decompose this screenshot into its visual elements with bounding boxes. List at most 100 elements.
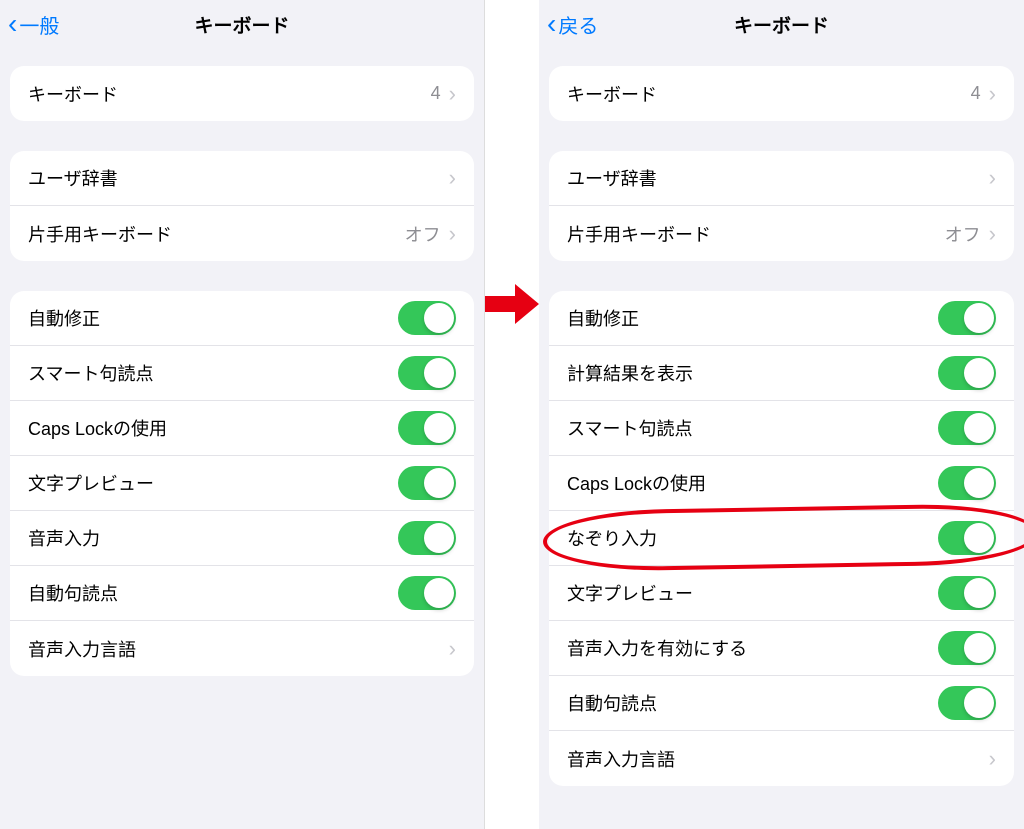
switch-knob [424, 523, 454, 553]
settings-row[interactable]: Caps Lockの使用 [549, 456, 1014, 511]
settings-row[interactable]: 自動修正 [549, 291, 1014, 346]
left-pane: ‹ 一般 キーボード キーボード4› ユーザ辞書›片手用キーボードオフ› 自動修… [0, 0, 485, 829]
row-value: オフ [945, 221, 981, 247]
row-label: 文字プレビュー [28, 470, 398, 496]
arrow-gap [485, 0, 539, 829]
settings-row[interactable]: ユーザ辞書› [10, 151, 474, 206]
switch-knob [964, 523, 994, 553]
settings-row[interactable]: 文字プレビュー [10, 456, 474, 511]
chevron-left-icon: ‹ [547, 10, 556, 38]
nav-title-left: キーボード [194, 11, 289, 38]
settings-row[interactable]: キーボード4 › [10, 66, 474, 121]
row-label: 音声入力を有効にする [567, 635, 938, 661]
settings-row[interactable]: スマート句読点 [549, 401, 1014, 456]
toggle-switch[interactable] [938, 521, 996, 555]
chevron-right-icon: › [449, 221, 456, 247]
settings-row[interactable]: 音声入力 [10, 511, 474, 566]
settings-row[interactable]: 自動句読点 [10, 566, 474, 621]
switch-knob [964, 468, 994, 498]
row-label: 自動句読点 [567, 690, 938, 716]
toggle-switch[interactable] [398, 301, 456, 335]
row-label: 文字プレビュー [567, 580, 938, 606]
toggle-switch[interactable] [938, 686, 996, 720]
row-label: Caps Lockの使用 [28, 415, 398, 441]
chevron-right-icon: › [989, 746, 996, 772]
switch-knob [964, 358, 994, 388]
row-label: 音声入力 [28, 525, 398, 551]
navbar-right: ‹ 戻る キーボード [539, 0, 1024, 48]
toggle-switch[interactable] [398, 356, 456, 390]
switch-knob [964, 413, 994, 443]
toggle-switch[interactable] [398, 411, 456, 445]
switch-knob [424, 468, 454, 498]
row-label: なぞり入力 [567, 525, 938, 551]
settings-row[interactable]: キーボード4 › [549, 66, 1014, 121]
toggle-switch[interactable] [938, 631, 996, 665]
row-label: 片手用キーボード [567, 221, 945, 247]
switch-knob [964, 633, 994, 663]
row-label: Caps Lockの使用 [567, 470, 938, 496]
switch-knob [424, 578, 454, 608]
switch-knob [964, 688, 994, 718]
row-label: 自動句読点 [28, 580, 398, 606]
row-label: 計算結果を表示 [567, 360, 938, 386]
settings-row[interactable]: ユーザ辞書› [549, 151, 1014, 206]
group-left-3: 自動修正スマート句読点 Caps Lockの使用文字プレビュー音声入力自動句読点音… [10, 291, 474, 676]
row-label: 片手用キーボード [28, 221, 405, 247]
settings-row[interactable]: 自動修正 [10, 291, 474, 346]
chevron-right-icon: › [989, 221, 996, 247]
toggle-switch[interactable] [938, 466, 996, 500]
right-pane: ‹ 戻る キーボード キーボード4› ユーザ辞書›片手用キーボードオフ› 自動修… [539, 0, 1024, 829]
row-label: スマート句読点 [567, 415, 938, 441]
settings-row[interactable]: 音声入力言語› [549, 731, 1014, 786]
settings-row[interactable]: 音声入力を有効にする [549, 621, 1014, 676]
back-button-left[interactable]: ‹ 一般 [8, 10, 59, 39]
row-label: キーボード [28, 81, 431, 107]
settings-row[interactable]: 音声入力言語› [10, 621, 474, 676]
toggle-switch[interactable] [938, 411, 996, 445]
row-label: キーボード [567, 81, 971, 107]
switch-knob [424, 413, 454, 443]
settings-row[interactable]: 片手用キーボードオフ › [10, 206, 474, 261]
group-left-1: キーボード4 › [10, 66, 474, 121]
row-label: ユーザ辞書 [567, 165, 989, 191]
chevron-right-icon: › [989, 81, 996, 107]
back-label-right: 戻る [558, 10, 598, 39]
group-left-2: ユーザ辞書›片手用キーボードオフ› [10, 151, 474, 261]
switch-knob [424, 358, 454, 388]
row-label: スマート句読点 [28, 360, 398, 386]
row-value: 4 [971, 83, 981, 104]
content-right: キーボード4› ユーザ辞書›片手用キーボードオフ› 自動修正計算結果を表示スマー… [539, 48, 1024, 816]
row-label: ユーザ辞書 [28, 165, 449, 191]
settings-row[interactable]: 自動句読点 [549, 676, 1014, 731]
toggle-switch[interactable] [938, 576, 996, 610]
nav-title-right: キーボード [734, 11, 829, 38]
row-label: 自動修正 [28, 305, 398, 331]
back-button-right[interactable]: ‹ 戻る [547, 10, 598, 39]
toggle-switch[interactable] [938, 301, 996, 335]
row-value: 4 [431, 83, 441, 104]
toggle-switch[interactable] [398, 521, 456, 555]
chevron-left-icon: ‹ [8, 10, 17, 38]
settings-row[interactable]: 片手用キーボードオフ › [549, 206, 1014, 261]
arrow-icon [485, 280, 539, 328]
settings-row[interactable]: 文字プレビュー [549, 566, 1014, 621]
toggle-switch[interactable] [398, 466, 456, 500]
toggle-switch[interactable] [398, 576, 456, 610]
row-label: 音声入力言語 [567, 746, 989, 772]
chevron-right-icon: › [449, 81, 456, 107]
switch-knob [424, 303, 454, 333]
group-right-2: ユーザ辞書›片手用キーボードオフ› [549, 151, 1014, 261]
group-right-3: 自動修正計算結果を表示スマート句読点 Caps Lockの使用なぞり入力文字プレビ… [549, 291, 1014, 786]
toggle-switch[interactable] [938, 356, 996, 390]
row-value: オフ [405, 221, 441, 247]
settings-row[interactable]: 計算結果を表示 [549, 346, 1014, 401]
switch-knob [964, 578, 994, 608]
settings-row[interactable]: なぞり入力 [549, 511, 1014, 566]
settings-row[interactable]: スマート句読点 [10, 346, 474, 401]
row-label: 音声入力言語 [28, 636, 449, 662]
chevron-right-icon: › [989, 165, 996, 191]
settings-row[interactable]: Caps Lockの使用 [10, 401, 474, 456]
row-label: 自動修正 [567, 305, 938, 331]
chevron-right-icon: › [449, 165, 456, 191]
